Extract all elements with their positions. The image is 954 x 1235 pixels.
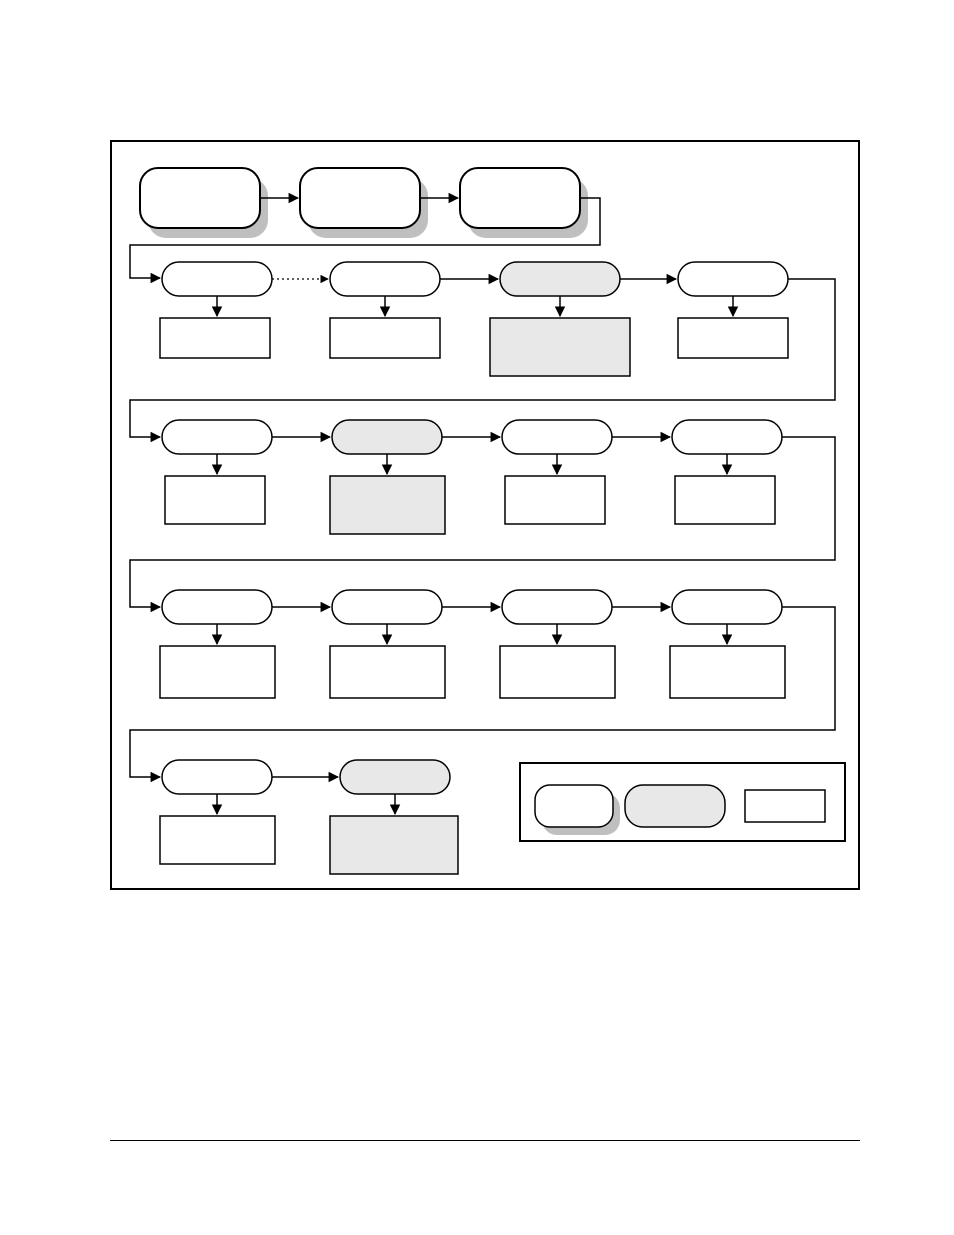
row4-pill-4 (672, 590, 782, 624)
row4-box-2 (330, 646, 445, 698)
row2-pill-2 (330, 262, 440, 296)
row1 (140, 168, 588, 238)
row2-box-1 (160, 318, 270, 358)
row3-box-2 (330, 476, 445, 534)
row1-node-2 (300, 168, 420, 228)
legend-item-1 (535, 785, 613, 827)
row3-pill-4 (672, 420, 782, 454)
row4-pill-1 (162, 590, 272, 624)
row2-box-4 (678, 318, 788, 358)
row4-pill-2 (332, 590, 442, 624)
row5 (160, 760, 458, 874)
row3-box-3 (505, 476, 605, 524)
row3-box-1 (165, 476, 265, 524)
row3 (162, 420, 782, 534)
row2-pill-3 (500, 262, 620, 296)
row5-pill-1 (162, 760, 272, 794)
row2-box-3 (490, 318, 630, 376)
legend-item-3 (745, 790, 825, 822)
row4-box-4 (670, 646, 785, 698)
legend (520, 763, 845, 841)
row5-box-2 (330, 816, 458, 874)
row2-box-2 (330, 318, 440, 358)
row3-pill-2 (332, 420, 442, 454)
footer-rule (110, 1140, 860, 1141)
diagram-svg (0, 0, 954, 1235)
row3-box-4 (675, 476, 775, 524)
row3-pill-3 (502, 420, 612, 454)
row1-node-3 (460, 168, 580, 228)
row5-pill-2 (340, 760, 450, 794)
legend-item-2 (625, 785, 725, 827)
row4 (160, 590, 785, 698)
page (0, 0, 954, 1235)
row4-pill-3 (502, 590, 612, 624)
row4-box-3 (500, 646, 615, 698)
row1-node-1 (140, 168, 260, 228)
row2 (160, 262, 788, 376)
row4-box-1 (160, 646, 275, 698)
row2-pill-4 (678, 262, 788, 296)
row2-pill-1 (162, 262, 272, 296)
row5-box-1 (160, 816, 275, 864)
row3-pill-1 (162, 420, 272, 454)
